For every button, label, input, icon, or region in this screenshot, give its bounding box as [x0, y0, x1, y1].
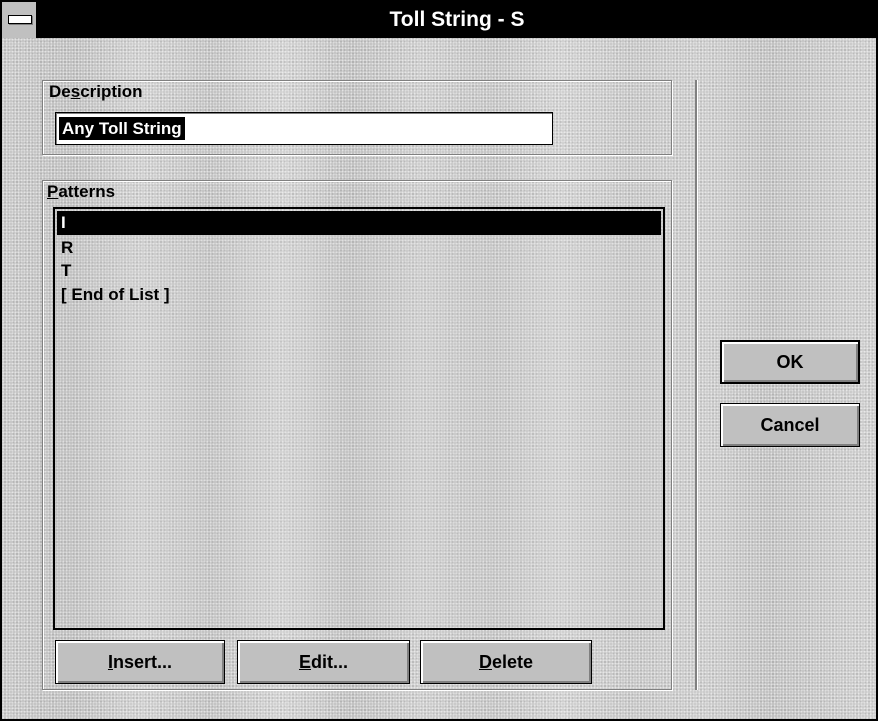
window-title: Toll String - S — [389, 8, 525, 31]
insert-button[interactable]: Insert... — [55, 640, 225, 684]
description-label-text: Description — [49, 82, 143, 101]
insert-button-label: Insert... — [107, 651, 173, 672]
delete-button-label: Delete — [478, 651, 534, 672]
list-item[interactable]: T — [57, 259, 661, 283]
patterns-listbox[interactable]: I R T [ End of List ] — [53, 207, 665, 630]
cancel-button-label: Cancel — [760, 414, 820, 435]
edit-button[interactable]: Edit... — [237, 640, 410, 684]
ok-button[interactable]: OK — [720, 340, 860, 384]
cancel-button[interactable]: Cancel — [720, 403, 860, 447]
dialog-window: Toll String - S Description Any Toll Str… — [0, 0, 878, 721]
patterns-label: Patterns — [47, 182, 115, 202]
description-value: Any Toll String — [59, 117, 185, 140]
list-item[interactable]: [ End of List ] — [57, 283, 661, 307]
title-bar: Toll String - S — [2, 2, 876, 38]
description-label: Description — [49, 82, 143, 102]
delete-button[interactable]: Delete — [420, 640, 592, 684]
list-item[interactable]: I — [57, 211, 661, 235]
list-item[interactable]: R — [57, 236, 661, 260]
edit-button-label: Edit... — [298, 651, 348, 672]
patterns-label-text: Patterns — [47, 182, 116, 201]
description-field[interactable]: Any Toll String — [55, 112, 553, 145]
system-menu-icon[interactable] — [2, 2, 38, 38]
system-menu-bar-icon — [8, 15, 32, 24]
vertical-divider — [695, 80, 698, 690]
ok-button-label: OK — [776, 351, 804, 372]
